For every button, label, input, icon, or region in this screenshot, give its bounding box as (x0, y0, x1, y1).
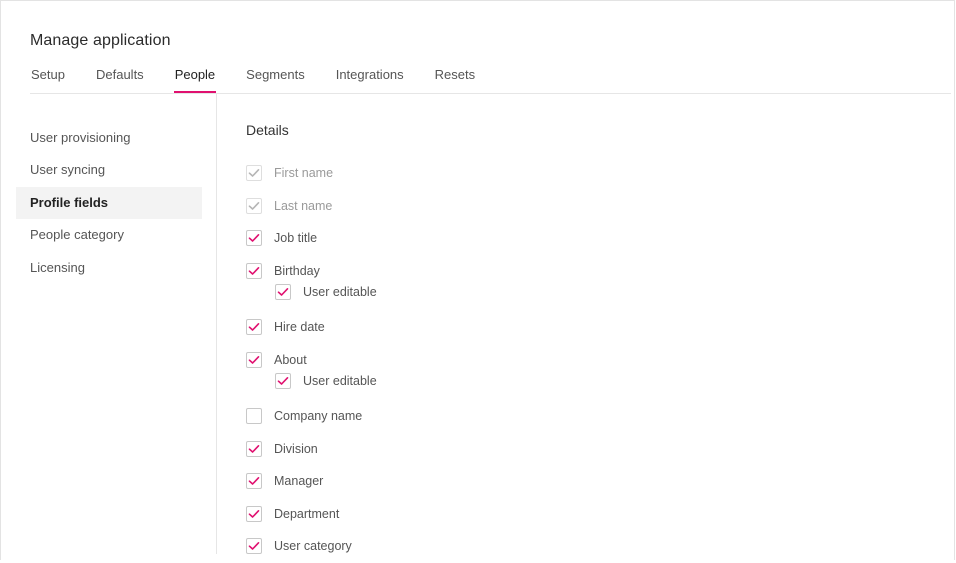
field-row: First name (246, 157, 377, 190)
field-row: Last name (246, 190, 377, 223)
sidebar-item-people-category[interactable]: People category (16, 219, 202, 251)
tab-setup[interactable]: Setup (30, 60, 66, 93)
sidebar-item-licensing[interactable]: Licensing (16, 252, 202, 284)
field-label: Last name (274, 198, 333, 213)
tab-segments[interactable]: Segments (245, 60, 306, 93)
tabs-divider (30, 93, 951, 94)
checkmark-icon (248, 323, 260, 332)
field-checkbox[interactable] (246, 440, 262, 457)
sidebar-item-user-syncing[interactable]: User syncing (16, 154, 202, 186)
field-checkbox (246, 197, 262, 214)
field-label: User editable (303, 373, 377, 388)
field-row: User editable (246, 368, 377, 393)
field-label: First name (274, 166, 334, 181)
profile-fields-list: First name Last name Job title Birthday User… (246, 157, 377, 563)
field-checkbox[interactable] (246, 230, 262, 247)
tab-integrations[interactable]: Integrations (335, 60, 405, 93)
checkmark-icon (248, 477, 260, 486)
field-checkbox[interactable] (246, 319, 262, 336)
field-label: About (274, 352, 307, 367)
user-editable-checkbox[interactable] (275, 372, 291, 389)
tab-bar: Setup Defaults People Segments Integrati… (30, 60, 505, 94)
field-checkbox[interactable] (246, 408, 262, 425)
field-row: User category (246, 530, 377, 563)
checkmark-icon (277, 287, 289, 296)
field-label: Job title (274, 231, 318, 246)
field-label: Division (274, 441, 318, 456)
section-title: Details (246, 122, 289, 138)
field-row: User editable (246, 279, 377, 304)
field-label: Department (274, 506, 340, 521)
checkmark-icon (248, 542, 260, 551)
checkmark-icon (248, 169, 260, 178)
checkmark-icon (248, 266, 260, 275)
field-row: Division (246, 433, 377, 466)
field-label: Hire date (274, 320, 325, 335)
checkmark-icon (248, 444, 260, 453)
checkmark-icon (248, 234, 260, 243)
sidebar: User provisioning User syncing Profile f… (16, 122, 202, 284)
field-label: User category (274, 539, 352, 554)
user-editable-checkbox[interactable] (275, 283, 291, 300)
field-label: User editable (303, 284, 377, 299)
tab-defaults[interactable]: Defaults (95, 60, 145, 93)
tab-resets[interactable]: Resets (434, 60, 476, 93)
field-row: Manager (246, 465, 377, 498)
sidebar-item-user-provisioning[interactable]: User provisioning (16, 122, 202, 154)
sidebar-item-profile-fields[interactable]: Profile fields (16, 186, 202, 219)
field-label: Company name (274, 409, 363, 424)
field-checkbox[interactable] (246, 351, 262, 368)
field-checkbox[interactable] (246, 538, 262, 555)
checkmark-icon (277, 376, 289, 385)
field-row: Company name (246, 400, 377, 433)
checkmark-icon (248, 509, 260, 518)
field-row: Department (246, 498, 377, 531)
field-row: Hire date (246, 311, 377, 344)
field-checkbox[interactable] (246, 505, 262, 522)
checkmark-icon (248, 355, 260, 364)
field-label: Manager (274, 474, 324, 489)
checkmark-icon (248, 201, 260, 210)
page-title: Manage application (30, 32, 171, 49)
sidebar-divider (216, 94, 217, 554)
field-label: Birthday (274, 263, 320, 278)
tab-people[interactable]: People (173, 60, 217, 93)
field-row: Job title (246, 222, 377, 255)
field-checkbox (246, 165, 262, 182)
field-checkbox[interactable] (246, 262, 262, 279)
field-checkbox[interactable] (246, 473, 262, 490)
